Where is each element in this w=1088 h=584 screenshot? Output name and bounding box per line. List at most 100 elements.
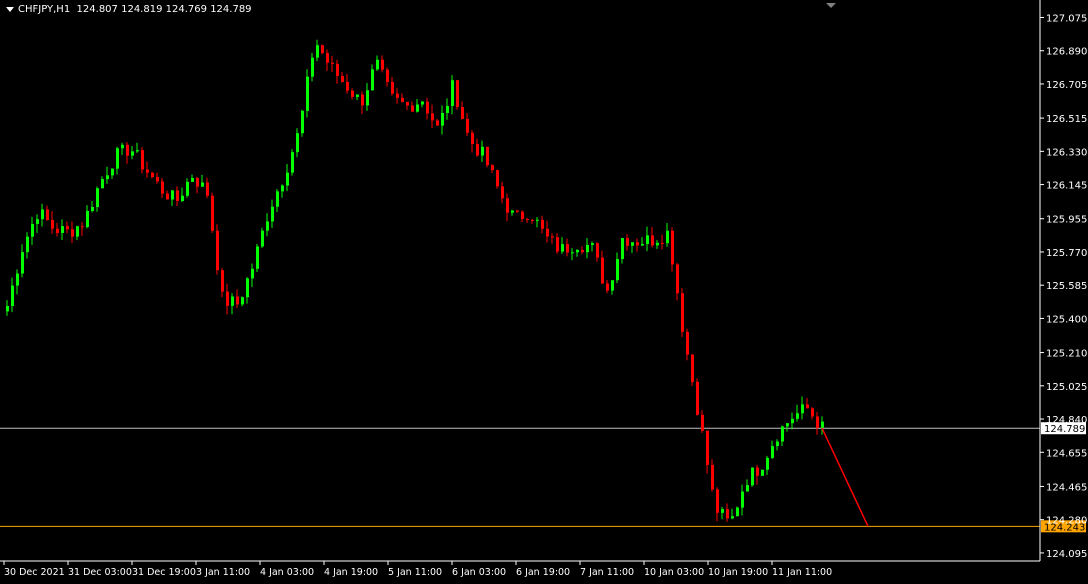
candle[interactable] (771, 440, 774, 459)
candle[interactable] (611, 280, 614, 295)
candle[interactable] (456, 80, 459, 110)
candle[interactable] (331, 55, 334, 73)
candle[interactable] (281, 184, 284, 198)
candle[interactable] (226, 283, 229, 315)
candlestick-chart[interactable]: 124.789 124.243 127.075 126.890 126.705 126… (0, 0, 1088, 580)
candle[interactable] (581, 246, 584, 255)
candle[interactable] (161, 177, 164, 199)
candle[interactable] (636, 238, 639, 252)
candle[interactable] (521, 210, 524, 222)
candle[interactable] (806, 398, 809, 409)
candle[interactable] (431, 104, 434, 129)
candle[interactable] (436, 118, 439, 126)
candle[interactable] (201, 174, 204, 187)
candle[interactable] (646, 226, 649, 252)
candle[interactable] (491, 164, 494, 174)
candle[interactable] (751, 467, 754, 487)
candle[interactable] (236, 289, 239, 309)
candle[interactable] (291, 149, 294, 176)
candle[interactable] (126, 142, 129, 164)
candle[interactable] (256, 243, 259, 272)
candle[interactable] (711, 459, 714, 492)
candle[interactable] (596, 242, 599, 262)
candle[interactable] (501, 181, 504, 204)
candle[interactable] (426, 97, 429, 120)
candle[interactable] (626, 234, 629, 251)
candle[interactable] (116, 146, 119, 175)
candle[interactable] (91, 200, 94, 213)
candle[interactable] (131, 146, 134, 160)
candle[interactable] (641, 237, 644, 247)
candle[interactable] (811, 407, 814, 420)
candle[interactable] (661, 234, 664, 250)
candle[interactable] (371, 64, 374, 91)
candle[interactable] (796, 404, 799, 422)
candle[interactable] (441, 105, 444, 135)
candle[interactable] (721, 506, 724, 520)
candle[interactable] (26, 232, 29, 259)
candle[interactable] (506, 193, 509, 222)
candle[interactable] (746, 479, 749, 492)
candle[interactable] (136, 142, 139, 154)
candle[interactable] (351, 88, 354, 100)
candle[interactable] (306, 69, 309, 118)
candle[interactable] (606, 279, 609, 294)
candle[interactable] (586, 237, 589, 259)
candle[interactable] (171, 189, 174, 207)
candle[interactable] (536, 217, 539, 228)
candle[interactable] (731, 508, 734, 520)
candle[interactable] (241, 296, 244, 307)
candle[interactable] (106, 166, 109, 184)
candle[interactable] (791, 412, 794, 430)
candle[interactable] (496, 169, 499, 189)
chevron-down-icon[interactable] (6, 6, 14, 12)
candle[interactable] (391, 76, 394, 96)
candle[interactable] (556, 232, 559, 254)
candle[interactable] (21, 244, 24, 278)
candle[interactable] (336, 59, 339, 84)
projection-trend-line[interactable] (821, 427, 869, 527)
candle[interactable] (776, 439, 779, 451)
candle[interactable] (326, 49, 329, 72)
candle[interactable] (616, 252, 619, 284)
candle[interactable] (756, 464, 759, 485)
candle[interactable] (166, 190, 169, 200)
candle[interactable] (716, 487, 719, 522)
candle[interactable] (41, 203, 44, 227)
candle[interactable] (631, 242, 634, 253)
candle[interactable] (86, 205, 89, 229)
candle[interactable] (406, 101, 409, 110)
candle[interactable] (801, 396, 804, 420)
candle[interactable] (51, 211, 54, 234)
candle[interactable] (196, 176, 199, 194)
candle[interactable] (366, 82, 369, 111)
candle[interactable] (471, 130, 474, 153)
candle[interactable] (451, 75, 454, 115)
candle[interactable] (151, 171, 154, 179)
candle[interactable] (141, 147, 144, 174)
candle[interactable] (356, 94, 359, 101)
candle[interactable] (271, 199, 274, 228)
chart-area[interactable]: 124.789 124.243 127.075 126.890 126.705 126… (0, 0, 1088, 580)
candle[interactable] (251, 263, 254, 288)
candle[interactable] (121, 142, 124, 155)
candle[interactable] (261, 227, 264, 248)
candle[interactable] (186, 178, 189, 198)
candle[interactable] (461, 101, 464, 120)
candle[interactable] (96, 186, 99, 212)
candle[interactable] (701, 410, 704, 433)
candle[interactable] (311, 52, 314, 82)
candle[interactable] (671, 227, 674, 272)
candle[interactable] (396, 88, 399, 104)
candle[interactable] (206, 177, 209, 199)
candle[interactable] (696, 378, 699, 416)
candle[interactable] (571, 248, 574, 261)
candle[interactable] (421, 100, 424, 108)
candle[interactable] (81, 222, 84, 236)
candle[interactable] (296, 128, 299, 158)
candle[interactable] (61, 219, 64, 241)
candle[interactable] (651, 227, 654, 248)
candle[interactable] (146, 161, 149, 178)
candle[interactable] (416, 98, 419, 113)
candle[interactable] (486, 146, 489, 168)
